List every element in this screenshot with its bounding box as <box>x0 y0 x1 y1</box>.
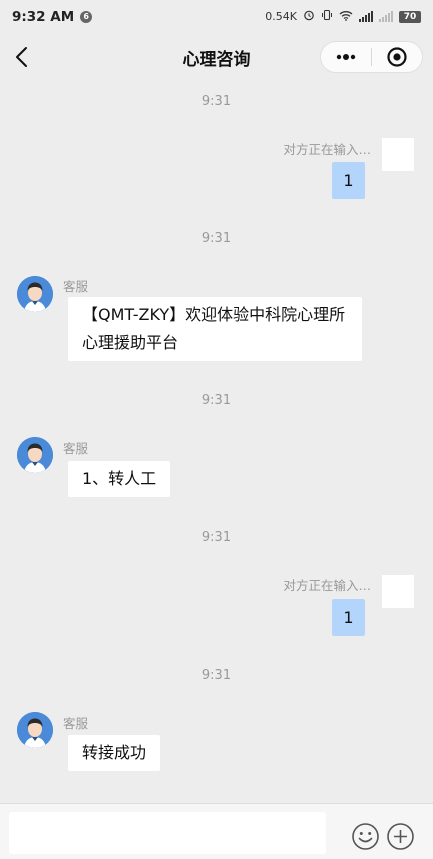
self-avatar <box>382 575 414 608</box>
incoming-message: 【QMT-ZKY】欢迎体验中科院心理所 心理援助平台 <box>68 297 362 361</box>
more-dots-icon <box>336 54 356 60</box>
emoji-smile-icon <box>352 823 379 850</box>
close-miniprogram-button[interactable] <box>372 42 422 72</box>
signal-icon <box>359 11 373 22</box>
status-left: 9:32 AM 6 <box>12 8 93 25</box>
emoji-button[interactable] <box>351 822 380 851</box>
status-time: 9:32 AM <box>12 8 75 25</box>
vibrate-icon <box>321 9 333 24</box>
message-line: 转接成功 <box>82 743 147 762</box>
alarm-icon <box>303 9 315 24</box>
message-line: 【QMT-ZKY】欢迎体验中科院心理所 <box>82 305 346 324</box>
sender-name: 客服 <box>63 441 89 456</box>
sender-name: 客服 <box>63 716 89 731</box>
capsule-menu <box>320 41 423 73</box>
agent-avatar <box>17 712 53 748</box>
more-button[interactable] <box>321 42 371 72</box>
timestamp: 9:31 <box>201 393 232 408</box>
chevron-left-icon <box>16 47 27 67</box>
signal-icon-secondary <box>379 11 393 22</box>
target-close-icon <box>387 47 407 67</box>
net-speed: 0.54K <box>265 10 297 23</box>
wifi-icon <box>339 10 353 24</box>
incoming-message: 1、转人工 <box>68 461 171 497</box>
typing-indicator: 对方正在输入… <box>283 142 371 157</box>
agent-avatar <box>17 276 53 312</box>
notification-badge: 6 <box>80 10 93 23</box>
self-avatar <box>382 138 414 171</box>
typing-indicator: 对方正在输入… <box>283 578 371 593</box>
incoming-message: 转接成功 <box>68 735 161 771</box>
status-right: 0.54K 70 <box>265 9 421 24</box>
status-bar: 9:32 AM 6 0.54K 70 <box>0 0 433 33</box>
sender-name: 客服 <box>63 279 89 294</box>
message-line: 心理援助平台 <box>82 333 179 352</box>
timestamp: 9:31 <box>201 231 232 246</box>
page-title: 心理咨询 <box>182 49 251 70</box>
plus-circle-icon <box>387 823 414 850</box>
chat-area[interactable]: 9:31 对方正在输入… 1 9:31 客服 【QMT-ZKY】欢迎体验中科院心… <box>0 81 433 803</box>
timestamp: 9:31 <box>201 668 232 683</box>
message-input[interactable] <box>9 812 326 854</box>
timestamp: 9:31 <box>201 94 232 109</box>
nav-bar: 心理咨询 <box>0 33 433 81</box>
outgoing-message: 1 <box>332 162 365 199</box>
more-actions-button[interactable] <box>386 822 415 851</box>
agent-avatar <box>17 437 53 473</box>
battery-icon: 70 <box>399 10 421 23</box>
back-button[interactable] <box>10 43 38 71</box>
input-bar <box>0 803 433 859</box>
timestamp: 9:31 <box>201 530 232 545</box>
outgoing-message: 1 <box>332 599 365 636</box>
message-line: 1、转人工 <box>82 469 157 488</box>
